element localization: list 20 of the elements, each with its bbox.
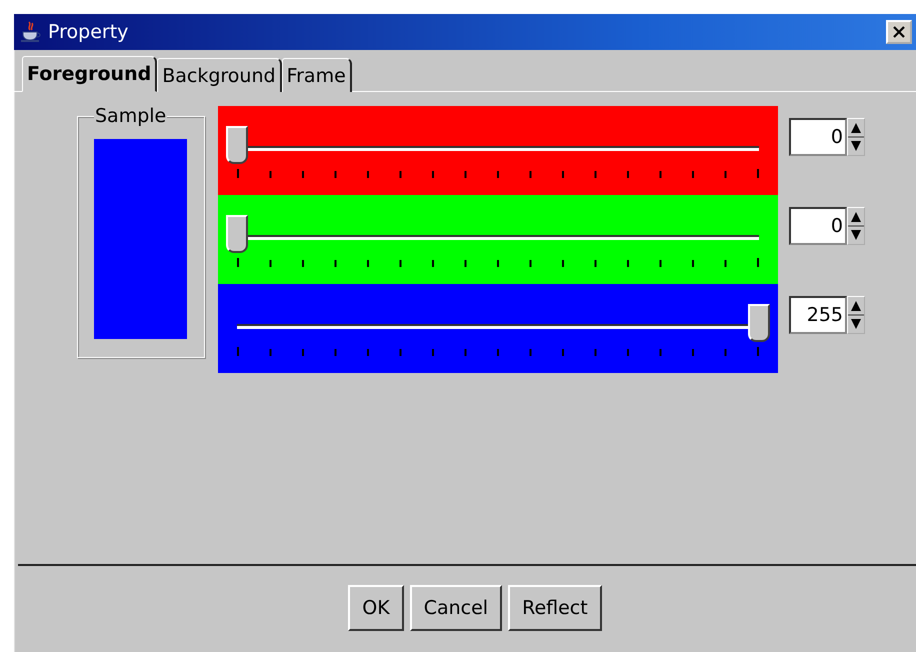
spinner-arrows[interactable] [847, 118, 865, 156]
close-button[interactable] [886, 20, 912, 44]
close-icon [893, 26, 905, 38]
number-field[interactable]: 0 [789, 207, 847, 245]
window-title: Property [48, 21, 130, 43]
tab[interactable]: Foreground [22, 56, 158, 92]
slider-thumb[interactable] [226, 126, 248, 164]
tab[interactable]: Frame [282, 58, 352, 92]
number-field[interactable]: 255 [789, 296, 847, 334]
dialog-button[interactable]: OK [348, 585, 404, 631]
number-field[interactable]: 0 [789, 118, 847, 156]
slider-thumb[interactable] [748, 304, 770, 342]
slider-thumb[interactable] [226, 215, 248, 253]
dialog-button[interactable]: Reflect [508, 585, 602, 631]
coffee-cup-icon [20, 21, 42, 43]
spinner-arrows[interactable] [847, 296, 865, 334]
tab[interactable]: Background [157, 58, 282, 92]
dialog-button[interactable]: Cancel [410, 585, 502, 631]
sample-label: Sample [94, 106, 168, 126]
spinner-arrows[interactable] [847, 207, 865, 245]
